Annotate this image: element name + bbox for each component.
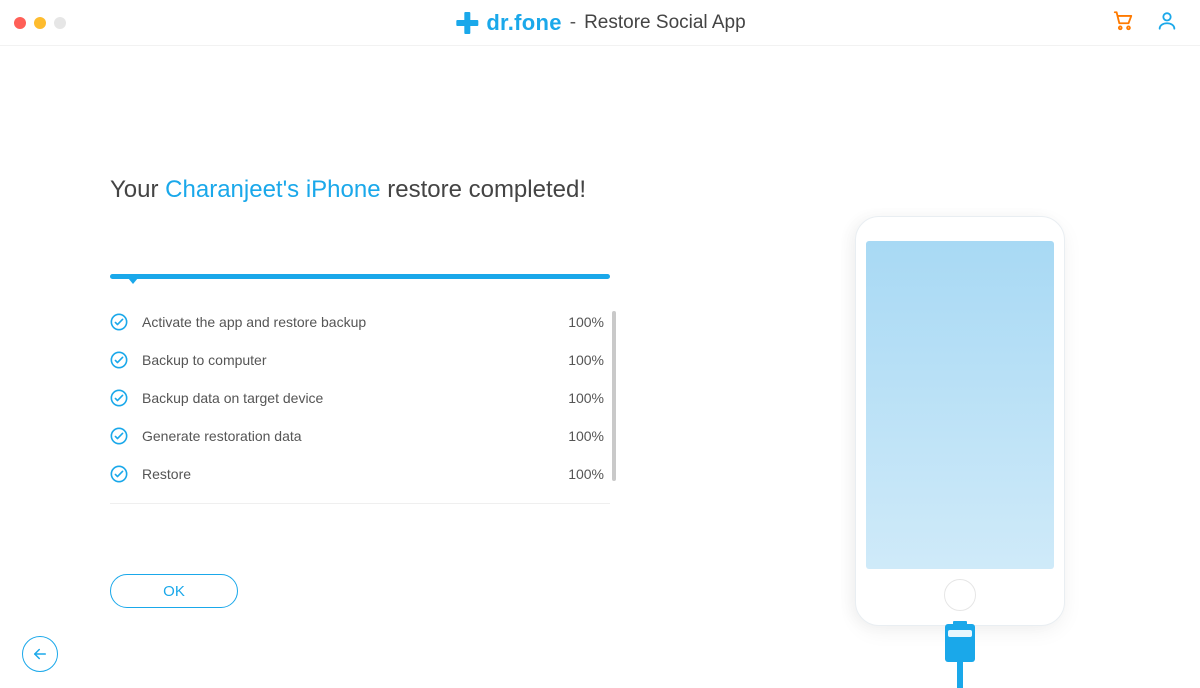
- step-percent: 100%: [550, 352, 610, 368]
- step-percent: 100%: [550, 314, 610, 330]
- title-separator: -: [570, 12, 576, 34]
- cable-connector-icon: [945, 624, 975, 662]
- step-list: Activate the app and restore backup 100%…: [110, 303, 610, 504]
- arrow-left-icon: [31, 645, 49, 663]
- phone-screen: [866, 241, 1054, 569]
- step-row: Activate the app and restore backup 100%: [110, 303, 610, 341]
- check-icon: [110, 351, 128, 369]
- close-window-button[interactable]: [14, 17, 26, 29]
- cart-icon[interactable]: [1112, 9, 1134, 36]
- step-label: Activate the app and restore backup: [142, 314, 550, 330]
- heading-device-name: Charanjeet's iPhone: [165, 176, 380, 203]
- page-heading: Your Charanjeet's iPhone restore complet…: [110, 176, 720, 204]
- step-label: Backup to computer: [142, 352, 550, 368]
- step-row: Backup to computer 100%: [110, 341, 610, 379]
- back-button[interactable]: [22, 636, 58, 672]
- brand-name: dr.fone: [486, 10, 561, 36]
- maximize-window-button[interactable]: [54, 17, 66, 29]
- app-title: dr.fone - Restore Social App: [454, 10, 745, 36]
- step-label: Generate restoration data: [142, 428, 550, 444]
- step-row: Backup data on target device 100%: [110, 379, 610, 417]
- check-icon: [110, 313, 128, 331]
- step-percent: 100%: [550, 466, 610, 482]
- titlebar: dr.fone - Restore Social App: [0, 0, 1200, 46]
- check-icon: [110, 389, 128, 407]
- logo-icon: [454, 10, 480, 36]
- phone-home-button-icon: [944, 579, 976, 611]
- heading-suffix: restore completed!: [381, 176, 586, 203]
- step-label: Backup data on target device: [142, 390, 550, 406]
- step-row: Restore 100%: [110, 455, 610, 493]
- progress-bar: [110, 274, 610, 279]
- phone-illustration: [855, 216, 1065, 626]
- app-subtitle: Restore Social App: [584, 12, 746, 34]
- titlebar-actions: [1112, 9, 1178, 36]
- scrollbar[interactable]: [612, 311, 616, 481]
- heading-prefix: Your: [110, 176, 165, 203]
- step-label: Restore: [142, 466, 550, 482]
- list-divider: [110, 503, 610, 504]
- step-percent: 100%: [550, 428, 610, 444]
- ok-button-label: OK: [163, 583, 185, 600]
- account-icon[interactable]: [1156, 9, 1178, 36]
- minimize-window-button[interactable]: [34, 17, 46, 29]
- check-icon: [110, 465, 128, 483]
- cable-line: [957, 660, 963, 688]
- left-pane: Your Charanjeet's iPhone restore complet…: [0, 46, 720, 688]
- main-body: Your Charanjeet's iPhone restore complet…: [0, 46, 1200, 688]
- step-row: Generate restoration data 100%: [110, 417, 610, 455]
- window-controls: [14, 17, 66, 29]
- ok-button[interactable]: OK: [110, 574, 238, 608]
- check-icon: [110, 427, 128, 445]
- right-pane: [720, 46, 1200, 688]
- step-percent: 100%: [550, 390, 610, 406]
